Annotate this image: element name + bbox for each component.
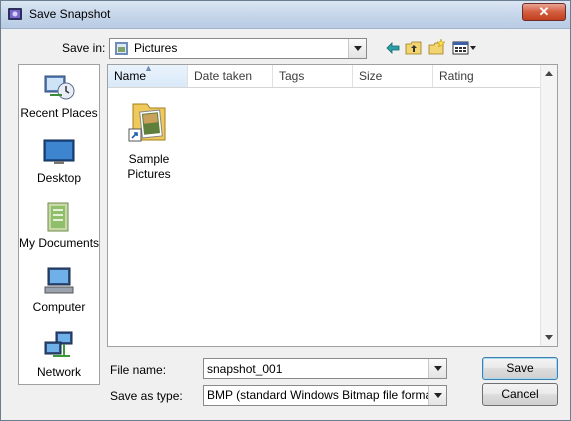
save-in-label: Save in: [62, 41, 106, 55]
list-item[interactable]: Sample Pictures [122, 98, 176, 182]
window-title: Save Snapshot [29, 7, 111, 21]
save-as-type-value: BMP (standard Windows Bitmap file format… [207, 388, 440, 402]
place-computer[interactable]: Computer [19, 265, 99, 314]
file-name-label: File name: [110, 363, 167, 377]
column-header-size[interactable]: Size [353, 65, 433, 87]
place-label: Desktop [36, 171, 82, 185]
column-header-name[interactable]: Name ▲ [108, 63, 188, 87]
scroll-up-icon[interactable] [545, 71, 553, 76]
save-button[interactable]: Save [482, 357, 558, 380]
network-icon [44, 331, 73, 357]
file-list[interactable]: Name ▲ Date taken Tags Size Rating Sampl… [107, 63, 558, 347]
header-divider [108, 87, 543, 88]
computer-icon [44, 267, 74, 294]
chevron-down-icon[interactable] [428, 359, 446, 378]
vertical-scrollbar[interactable] [540, 65, 557, 346]
column-label: Rating [439, 69, 474, 83]
sort-ascending-icon: ▲ [144, 63, 153, 73]
column-label: Date taken [194, 69, 253, 83]
cancel-button[interactable]: Cancel [482, 383, 558, 406]
title-bar[interactable]: Save Snapshot ✕ [1, 1, 570, 29]
scroll-down-icon[interactable] [545, 335, 553, 340]
chevron-down-icon[interactable] [428, 386, 446, 405]
file-name-line2: Pictures [127, 167, 171, 181]
save-in-combobox[interactable]: Pictures [109, 38, 367, 59]
column-header-date-taken[interactable]: Date taken [188, 65, 273, 87]
views-menu-icon[interactable] [452, 39, 478, 57]
close-button[interactable]: ✕ [522, 3, 566, 21]
new-folder-icon[interactable] [428, 38, 446, 56]
place-my-documents[interactable]: My Documents [19, 201, 99, 250]
save-as-type-label: Save as type: [110, 389, 183, 403]
place-label: Network [36, 365, 81, 379]
recent-places-icon [44, 75, 75, 100]
place-recent-places[interactable]: Recent Places [19, 71, 99, 120]
desktop-icon [43, 139, 75, 164]
place-label: My Documents [19, 236, 100, 250]
column-label: Size [359, 69, 383, 83]
file-name-input[interactable] [204, 359, 430, 378]
file-name-input-wrap[interactable] [204, 359, 430, 378]
place-network[interactable]: Network [19, 330, 99, 379]
save-as-type-combobox[interactable]: BMP (standard Windows Bitmap file format… [203, 385, 447, 406]
shortcut-folder-icon [128, 103, 166, 142]
file-name-combobox[interactable] [203, 358, 447, 379]
place-label: Computer [32, 300, 86, 314]
chevron-down-icon[interactable] [348, 39, 366, 58]
pictures-folder-icon [115, 42, 128, 55]
places-bar: Recent Places Desktop My Documents Compu… [18, 64, 100, 385]
column-label: Name [114, 69, 147, 83]
app-icon [8, 8, 22, 20]
column-header-tags[interactable]: Tags [273, 65, 353, 87]
column-label: Tags [279, 69, 305, 83]
save-in-value: Pictures [134, 41, 178, 55]
save-snapshot-dialog: Save Snapshot ✕ Save in: Pictures Recent… [0, 0, 571, 421]
file-name-line1: Sample [128, 152, 170, 166]
up-folder-icon[interactable] [405, 39, 423, 57]
place-label: Recent Places [20, 106, 98, 120]
place-desktop[interactable]: Desktop [19, 136, 99, 185]
column-header-rating[interactable]: Rating [433, 65, 543, 87]
my-documents-icon [47, 202, 69, 232]
close-icon: ✕ [538, 4, 550, 19]
back-arrow-icon[interactable] [384, 39, 402, 57]
